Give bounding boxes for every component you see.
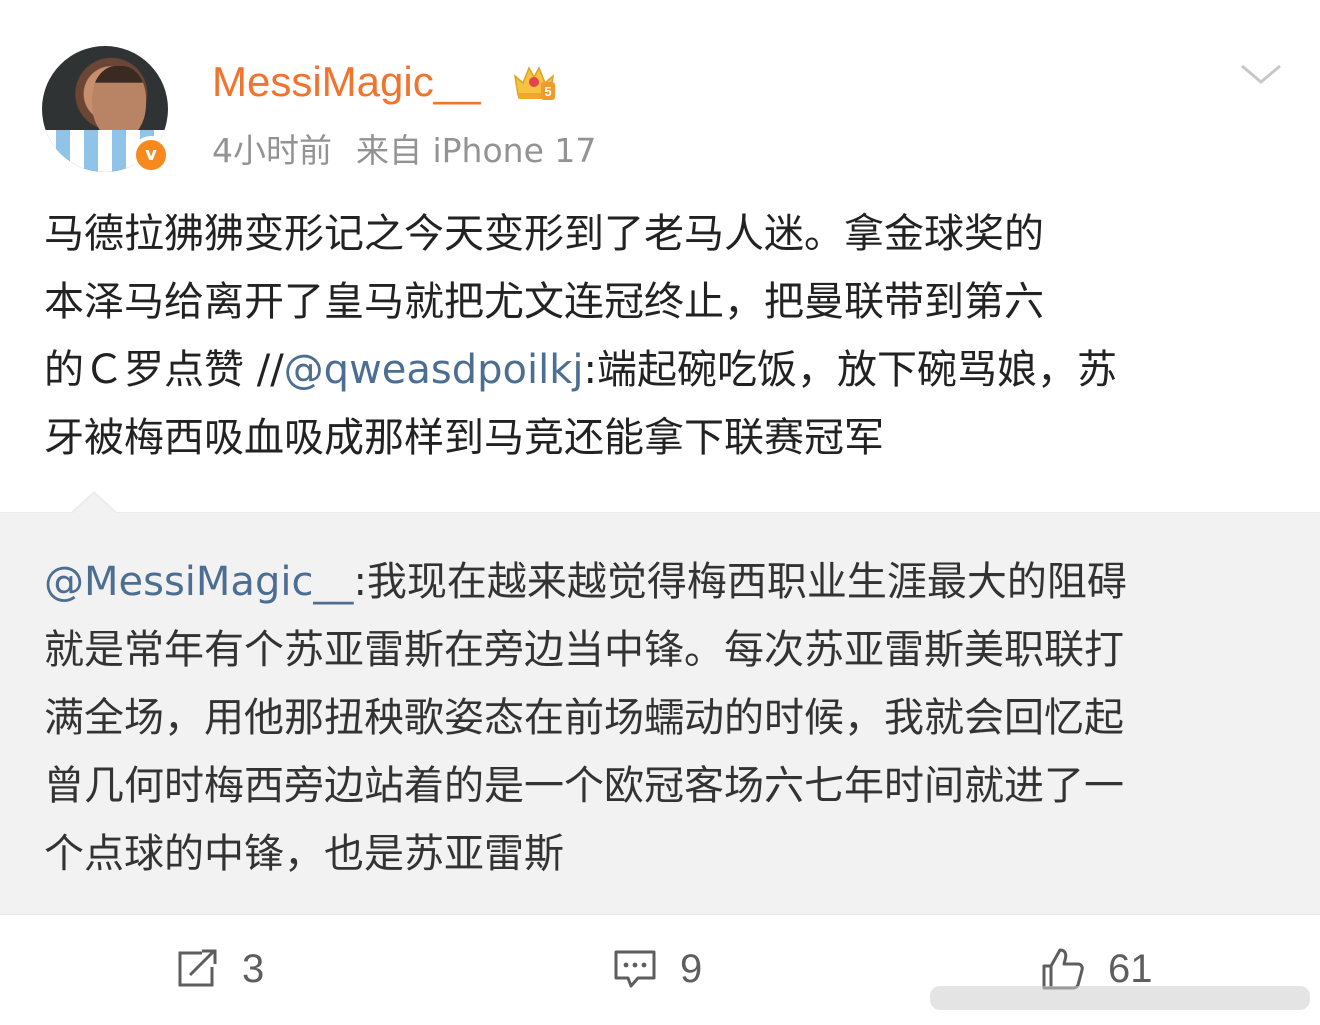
repost-count: 3 bbox=[242, 946, 265, 991]
verified-badge-icon: v bbox=[132, 136, 170, 174]
quoted-text-line: 个点球的中锋，也是苏亚雷斯 bbox=[44, 831, 564, 877]
crown-icon[interactable]: 5 bbox=[512, 62, 556, 102]
username[interactable]: MessiMagic__ bbox=[212, 58, 480, 106]
post-text-segment: :端起碗吃饭，放下碗骂娘，苏 bbox=[583, 347, 1117, 393]
quoted-text-line: @MessiMagic__:我现在越来越觉得梅西职业生涯最大的阻碍 bbox=[44, 548, 1284, 616]
comment-button[interactable]: 9 bbox=[612, 945, 702, 993]
quoted-text-line: 曾几何时梅西旁边站着的是一个欧冠客场六七年时间就进了一 bbox=[44, 763, 1124, 809]
post-text-segment: 的Ｃ罗点赞 // bbox=[44, 347, 284, 393]
avatar-face bbox=[92, 66, 146, 140]
post-text-line: 本泽马给离开了皇马就把尤文连冠终止，把曼联带到第六 bbox=[44, 279, 1044, 325]
post-text-line: 马德拉狒狒变形记之今天变形到了老马人迷。拿金球奖的 bbox=[44, 211, 1044, 257]
repost-icon bbox=[178, 949, 217, 987]
crown-level: 5 bbox=[544, 84, 551, 99]
post-meta: 4小时前 来自 iPhone 17 bbox=[212, 124, 596, 172]
quoted-text-line: 满全场，用他那扭秧歌姿态在前场蠕动的时候，我就会回忆起 bbox=[44, 695, 1124, 741]
quoted-author-link[interactable]: @MessiMagic__ bbox=[44, 559, 353, 605]
comment-icon bbox=[614, 950, 656, 988]
post-text-line: 牙被梅西吸血吸成那样到马竞还能拿下联赛冠军 bbox=[44, 415, 884, 461]
weibo-post: v MessiMagic__ 5 4小时前 来自 iPhone 17 马德拉狒狒变… bbox=[0, 0, 1320, 1025]
post-text-line: 的Ｃ罗点赞 //@qweasdpoilkj:端起碗吃饭，放下碗骂娘，苏 bbox=[44, 336, 1284, 404]
comment-count: 9 bbox=[680, 946, 703, 991]
quoted-text-line: 就是常年有个苏亚雷斯在旁边当中锋。每次苏亚雷斯美职联打 bbox=[44, 627, 1124, 673]
watermark bbox=[930, 986, 1310, 1010]
like-count: 61 bbox=[1108, 946, 1153, 991]
quoted-text-segment: :我现在越来越觉得梅西职业生涯最大的阻碍 bbox=[353, 559, 1127, 605]
post-source: 来自 iPhone 17 bbox=[356, 131, 597, 170]
quoted-notch bbox=[70, 491, 118, 514]
repost-button[interactable]: 3 bbox=[176, 945, 264, 993]
post-time: 4小时前 bbox=[212, 131, 332, 170]
mention-link[interactable]: @qweasdpoilkj bbox=[284, 347, 584, 393]
quoted-text: @MessiMagic__:我现在越来越觉得梅西职业生涯最大的阻碍 就是常年有个… bbox=[44, 548, 1284, 888]
chevron-down-icon[interactable] bbox=[1238, 60, 1284, 88]
post-text: 马德拉狒狒变形记之今天变形到了老马人迷。拿金球奖的 本泽马给离开了皇马就把尤文连… bbox=[44, 200, 1284, 472]
